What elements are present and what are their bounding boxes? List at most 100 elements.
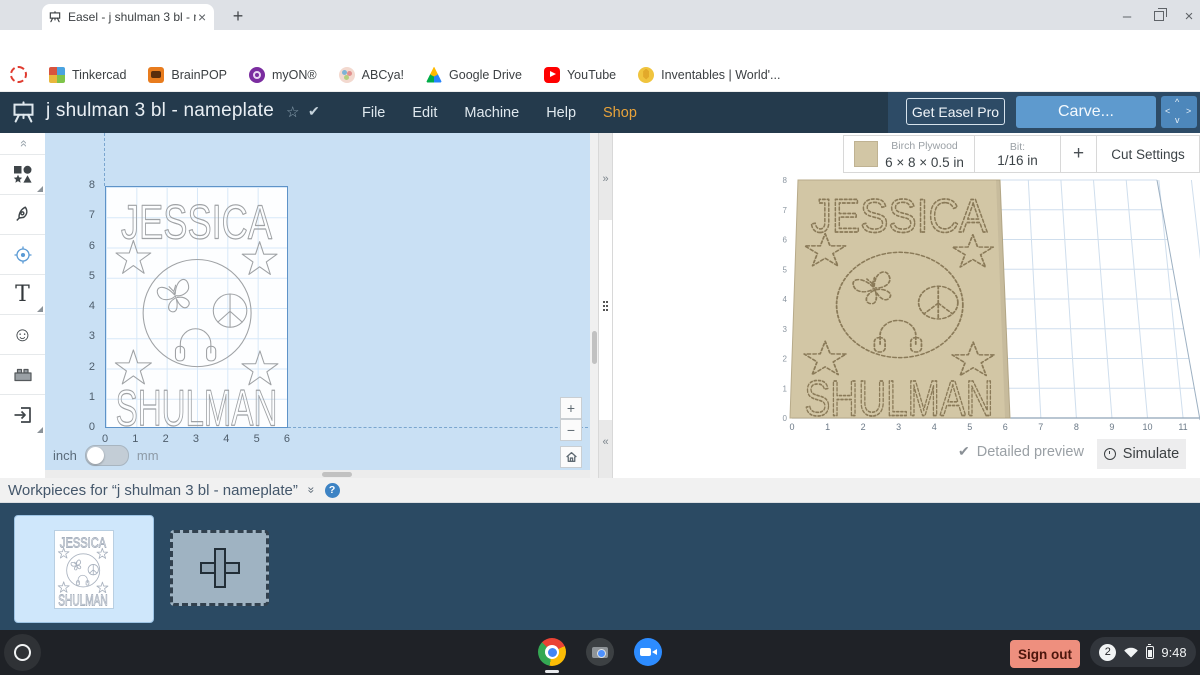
svg-text:6: 6 <box>1003 422 1008 432</box>
bookmark-label: YouTube <box>566 67 617 82</box>
apps-button[interactable] <box>0 355 45 395</box>
check-icon: ✔ <box>958 443 970 459</box>
bookmark-youtube[interactable]: YouTube <box>543 66 617 83</box>
menu-edit[interactable]: Edit <box>412 105 437 121</box>
inventables-favicon-icon <box>638 66 655 83</box>
bookmark-abcya[interactable]: ABCya! <box>338 66 405 83</box>
origin-dashed-line-vertical <box>104 133 105 186</box>
jog-down-icon[interactable]: v <box>1175 116 1180 125</box>
cut-settings-button[interactable]: Cut Settings <box>1096 136 1199 172</box>
window-restore-button[interactable] <box>1146 7 1172 24</box>
vscroll-thumb[interactable] <box>591 331 597 364</box>
sign-out-button[interactable]: Sign out <box>1010 640 1080 668</box>
jog-pad-button[interactable]: ^ v < > <box>1161 96 1197 128</box>
icons-library-button[interactable]: ☺ <box>0 315 45 355</box>
text-tool-button[interactable]: T <box>0 275 45 315</box>
bookmark-google-drive[interactable]: Google Drive <box>426 66 522 83</box>
bookmark-tinkercad[interactable]: Tinkercad <box>49 66 126 83</box>
chrome-app-icon[interactable] <box>538 638 566 666</box>
workpieces-header: Workpieces for “j shulman 3 bl - namepla… <box>8 481 298 499</box>
simulate-button[interactable]: Simulate <box>1097 439 1186 469</box>
jog-up-icon[interactable]: ^ <box>1175 98 1179 107</box>
drill-origin-tool-button[interactable] <box>0 235 45 275</box>
pen-tool-button[interactable] <box>0 195 45 235</box>
add-bit-button[interactable]: + <box>1060 136 1096 172</box>
menu-file[interactable]: File <box>362 105 385 121</box>
unit-toggle[interactable] <box>84 445 129 466</box>
canvas-hscrollbar[interactable] <box>45 470 590 478</box>
menu-machine[interactable]: Machine <box>464 105 519 121</box>
import-button[interactable] <box>0 395 45 435</box>
jog-left-icon[interactable]: < <box>1165 107 1170 116</box>
expand-right-icon[interactable]: » <box>599 173 612 185</box>
svg-text:2: 2 <box>783 355 788 364</box>
workpiece-thumbnail-art: JESSICA SHULMAN <box>54 529 114 609</box>
zoom-home-button[interactable] <box>560 446 582 468</box>
menu-shop[interactable]: Shop <box>603 105 637 121</box>
bookmark-brainpop[interactable]: BrainPOP <box>148 66 227 83</box>
window-minimize-button[interactable]: – <box>1114 8 1140 25</box>
splitter-drag-handle[interactable] <box>603 301 605 303</box>
svg-text:5: 5 <box>783 265 788 274</box>
clock-time: 9:48 <box>1161 644 1187 660</box>
material-swatch <box>854 141 879 167</box>
jog-right-icon[interactable]: > <box>1186 107 1191 116</box>
ruler-y-8: 8 <box>88 179 95 191</box>
notification-badge: 2 <box>1099 643 1117 661</box>
material-selector[interactable]: Birch Plywood 6 × 8 × 0.5 in <box>844 136 974 172</box>
detailed-preview-label: Detailed preview <box>976 443 1084 460</box>
status-tray[interactable]: 2 9:48 <box>1090 637 1196 667</box>
chevron-collapse-icon[interactable]: » <box>304 487 318 494</box>
menu-help[interactable]: Help <box>546 105 576 121</box>
nameplate-design-svg[interactable]: JESSICA SHULMAN <box>105 186 288 438</box>
new-tab-button[interactable]: + <box>226 4 250 28</box>
zoom-app-icon[interactable] <box>634 638 662 666</box>
expand-left-icon[interactable]: « <box>599 436 612 448</box>
easel-favicon-icon <box>49 11 61 23</box>
project-title[interactable]: j shulman 3 bl - nameplate <box>46 100 274 122</box>
zoom-out-button[interactable]: − <box>560 419 582 441</box>
favorite-star-icon[interactable]: ☆ <box>286 103 299 121</box>
google-drive-favicon-icon <box>426 66 443 83</box>
zoom-in-button[interactable]: + <box>560 397 582 419</box>
bit-label: Bit: <box>1009 140 1026 153</box>
camera-app-icon[interactable] <box>586 638 614 666</box>
material-dimensions: 6 × 8 × 0.5 in <box>885 155 964 170</box>
shapes-tool-button[interactable] <box>0 155 45 195</box>
preview-3d-scene: 0 1 2 3 4 5 6 7 8 9 10 11 0 1 2 3 4 5 6 7 8 JESSICA SHULMAN <box>783 176 1200 432</box>
ruler-y-6: 6 <box>88 239 95 252</box>
canvas-vscrollbar[interactable] <box>590 133 598 478</box>
browser-tab[interactable]: Easel - j shulman 3 bl - nameplat × <box>42 4 214 30</box>
easel-menu-bar: File Edit Machine Help Shop <box>362 92 637 133</box>
add-workpiece-button[interactable] <box>170 530 269 606</box>
tab-close-icon[interactable]: × <box>198 9 206 25</box>
bookmark-label: myON® <box>272 67 317 82</box>
svg-text:4: 4 <box>783 295 788 304</box>
unit-toggle-knob[interactable] <box>86 446 104 464</box>
ruler-y-3: 3 <box>88 330 95 343</box>
detailed-preview-toggle[interactable]: ✔ Detailed preview <box>958 443 1084 460</box>
bookmark-inventables[interactable]: Inventables | World'... <box>638 66 780 83</box>
lego-brick-icon <box>13 368 32 381</box>
ruler-x-5: 5 <box>253 433 260 445</box>
design-canvas[interactable]: JESSICA SHULMAN 0 1 2 3 4 5 6 7 8 0 1 2 3 4 5 6 + − in… <box>45 133 590 470</box>
clock-icon <box>1103 448 1116 460</box>
ruler-y-0: 0 <box>88 421 95 433</box>
window-close-button[interactable]: × <box>1176 8 1200 25</box>
battery-icon <box>1146 643 1155 659</box>
help-icon[interactable]: ? <box>324 482 340 498</box>
origin-dashed-line-horizontal <box>288 427 588 428</box>
bit-selector[interactable]: Bit: 1/16 in <box>974 136 1060 172</box>
get-easel-pro-button[interactable]: Get Easel Pro <box>906 98 1005 125</box>
hscroll-thumb[interactable] <box>322 471 352 477</box>
preview-panel: 0 1 2 3 4 5 6 7 8 9 10 11 0 1 2 3 4 5 6 7 8 JESSICA SHULMAN … <box>613 133 1200 478</box>
dashed-circle-favicon-icon <box>10 66 27 83</box>
collapse-tools-button[interactable]: » <box>0 133 45 155</box>
launcher-button[interactable] <box>4 634 41 671</box>
workpiece-thumbnail-selected[interactable]: JESSICA SHULMAN <box>14 515 154 623</box>
panel-splitter[interactable]: » « <box>598 133 613 478</box>
bookmark-dashed-circle[interactable] <box>10 66 27 83</box>
carve-button[interactable]: Carve... <box>1016 96 1156 128</box>
bookmark-myon[interactable]: myON® <box>249 66 317 83</box>
bookmark-label: ABCya! <box>361 67 405 82</box>
